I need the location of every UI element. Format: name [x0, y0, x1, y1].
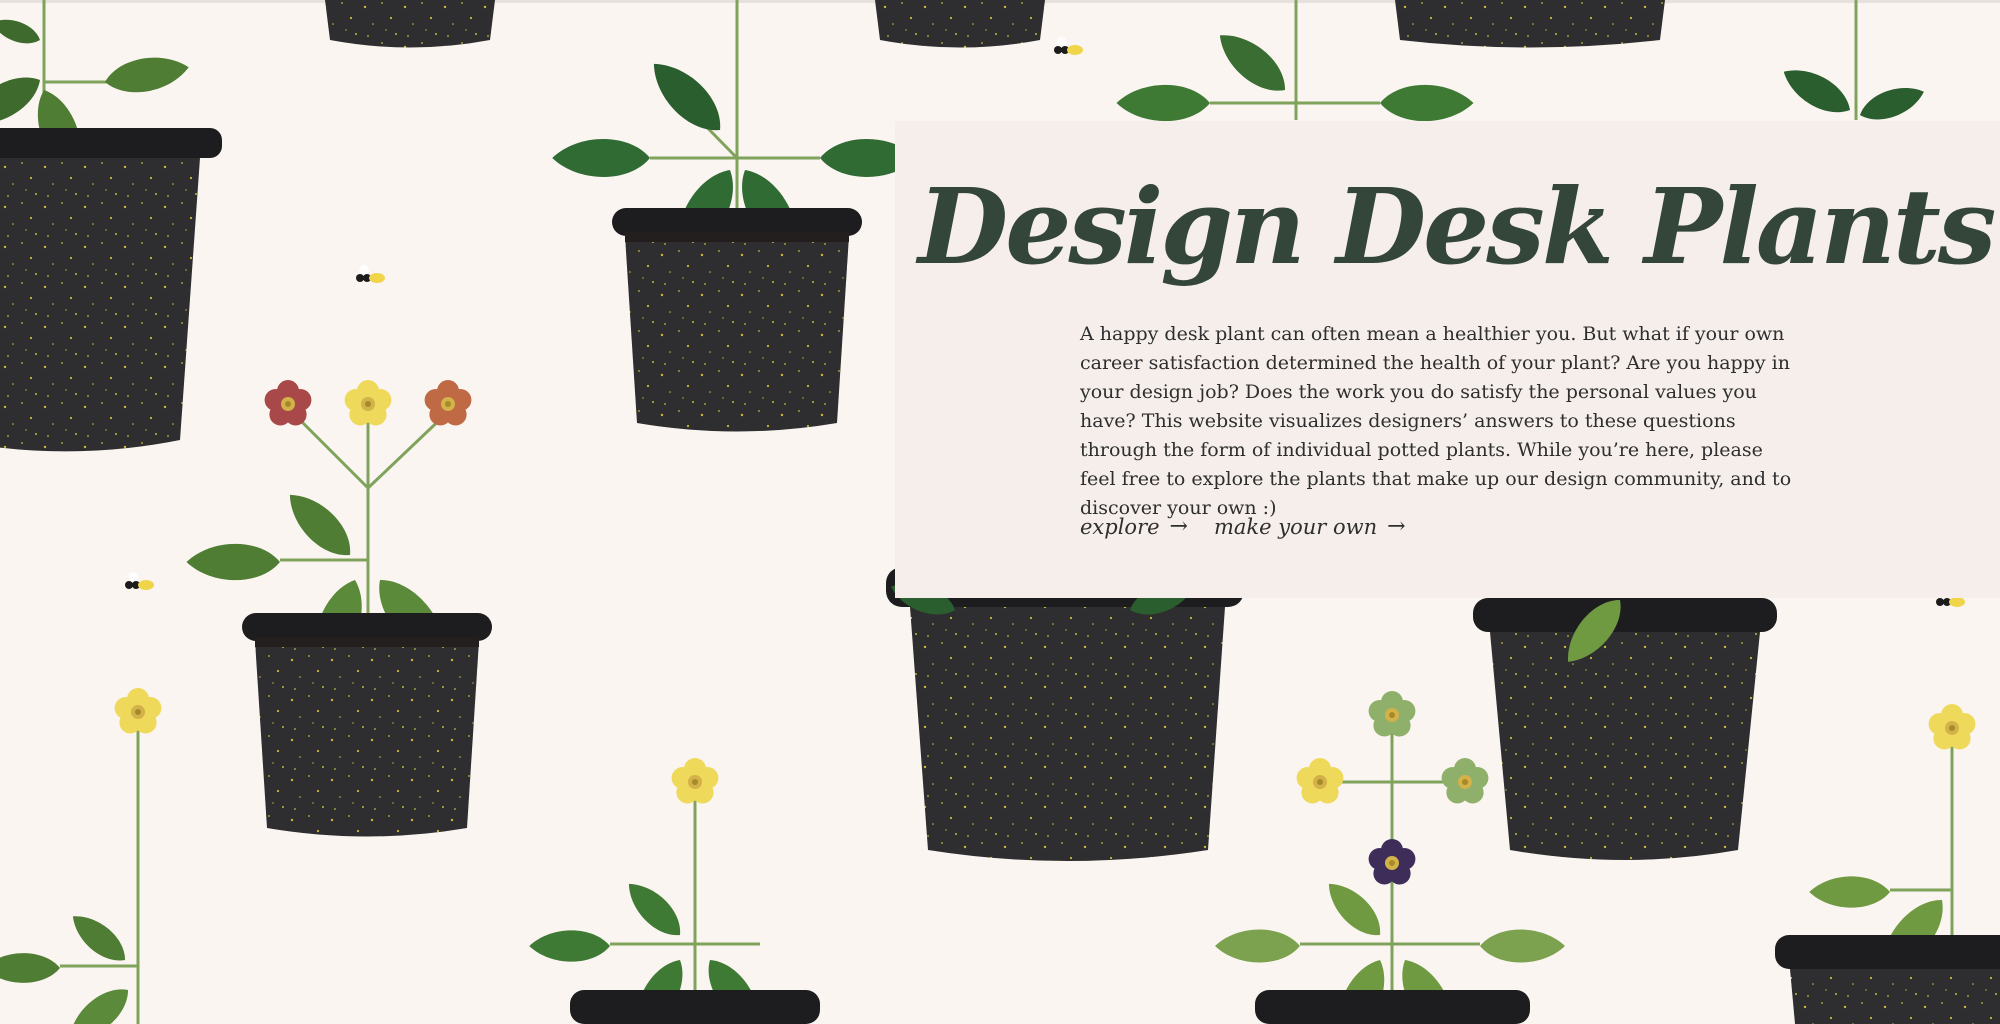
pot-bottom-center	[570, 990, 820, 1024]
page: Design Desk Plants A happy desk plant ca…	[0, 0, 2000, 1024]
plant-yellow-center	[529, 758, 773, 1024]
pot-top-3	[1395, 0, 1665, 48]
pot-far-right-bottom	[1775, 935, 2000, 1024]
arrow-right-icon: →	[1387, 514, 1406, 539]
pot-bottom-right	[1255, 990, 1530, 1024]
plant-yellow-left	[0, 688, 162, 1024]
make-your-own-link[interactable]: make your own →	[1214, 514, 1406, 539]
plant-far-right-top	[1776, 0, 1929, 128]
bee-1	[1054, 37, 1083, 55]
bee-2	[356, 265, 385, 283]
bee-3	[125, 572, 154, 590]
page-title: Design Desk Plants	[918, 165, 1996, 288]
pot-center-middle	[886, 567, 1244, 861]
make-your-own-label: make your own	[1213, 514, 1378, 539]
explore-label: explore	[1080, 514, 1160, 539]
pot-left	[0, 128, 222, 452]
pot-top-2	[875, 0, 1045, 48]
hero-description: A happy desk plant can often mean a heal…	[1080, 323, 1792, 519]
pot-center-top	[612, 208, 862, 432]
pot-top-1	[325, 0, 495, 48]
explore-link[interactable]: explore →	[1080, 514, 1188, 539]
pot-flowers-left	[242, 613, 492, 837]
pot-right-middle	[1473, 589, 1777, 860]
arrow-right-icon: →	[1169, 514, 1188, 539]
hero-links: explore → make your own →	[1080, 514, 1406, 539]
